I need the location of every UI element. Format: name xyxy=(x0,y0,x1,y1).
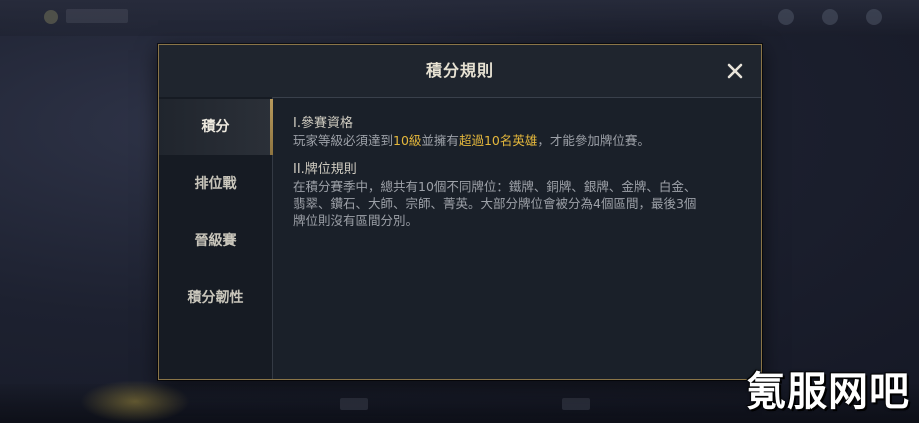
rank-rules-text: 在積分賽季中，總共有10個不同牌位：鐵牌、銅牌、銀牌、金牌、白金、 翡翠、鑽石、大… xyxy=(293,178,743,229)
section-heading: II.牌位規則 xyxy=(293,162,357,177)
background-top-left-label xyxy=(66,9,128,23)
close-icon[interactable] xyxy=(723,59,747,83)
dialog-title: 積分規則 xyxy=(425,61,494,80)
tab-points[interactable]: 積分 xyxy=(159,99,273,155)
background-glow xyxy=(80,380,190,423)
body-text: 並擁有 xyxy=(421,133,459,148)
body-line: 在積分賽季中，總共有10個不同牌位：鐵牌、銅牌、銀牌、金牌、白金、 xyxy=(293,179,697,194)
background-bottom-item xyxy=(340,398,368,410)
highlight-champions: 超過10名英雄 xyxy=(458,133,538,148)
tab-ranked[interactable]: 排位戰 xyxy=(159,156,272,212)
rules-dialog: 積分規則 積分 排位戰 晉級賽 積分韌性 I.參賽資格 玩家等級必須達到10級並… xyxy=(158,44,762,380)
section-heading: I.參賽資格 xyxy=(293,116,353,131)
watermark-logo: 氪服网吧 xyxy=(746,369,910,415)
background-top-icon xyxy=(822,9,838,25)
background-top-icon xyxy=(866,9,882,25)
rules-content: I.參賽資格 玩家等級必須達到10級並擁有超過10名英雄，才能參加牌位賽。 II… xyxy=(293,115,743,229)
background-top-icon xyxy=(778,9,794,25)
eligibility-text: 玩家等級必須達到10級並擁有超過10名英雄，才能參加牌位賽。 xyxy=(293,132,743,149)
rules-sidebar: 積分 排位戰 晉級賽 積分韌性 xyxy=(159,97,273,379)
body-line: 翡翠、鑽石、大師、宗師、菁英。大部分牌位會被分為4個區間，最後3個 xyxy=(293,196,697,211)
dialog-header: 積分規則 xyxy=(159,45,761,98)
close-button[interactable] xyxy=(723,59,747,83)
background-currency-icon xyxy=(44,10,58,24)
body-text: 玩家等級必須達到 xyxy=(293,133,394,148)
body-line: 牌位則沒有區間分別。 xyxy=(293,213,419,228)
highlight-level: 10級 xyxy=(393,133,422,148)
background-bottom-item xyxy=(562,398,590,410)
tab-promotion[interactable]: 晉級賽 xyxy=(159,213,272,269)
tab-resilience[interactable]: 積分韌性 xyxy=(159,270,272,326)
body-text: ，才能參加牌位賽。 xyxy=(537,133,650,148)
